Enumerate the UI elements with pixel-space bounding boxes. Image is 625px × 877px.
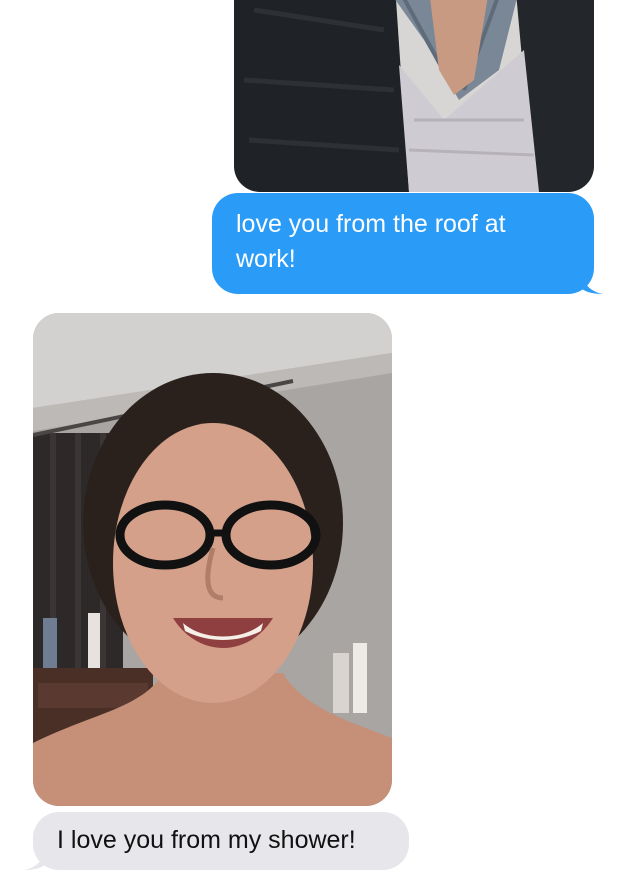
received-photo-message[interactable] <box>33 313 392 806</box>
sent-message-bubble[interactable]: love you from the roof at work! <box>212 193 603 294</box>
selfie-photo-icon <box>33 313 392 806</box>
bubble-tail-icon <box>581 272 603 294</box>
received-message-bubble[interactable]: I love you from my shower! <box>24 812 409 870</box>
received-message-text: I love you from my shower! <box>57 826 356 854</box>
bubble-tail-icon <box>24 848 46 870</box>
selfie-photo-icon <box>234 0 594 192</box>
sent-photo-message[interactable] <box>234 0 594 192</box>
sent-message-text: love you from the roof at work! <box>236 210 506 273</box>
